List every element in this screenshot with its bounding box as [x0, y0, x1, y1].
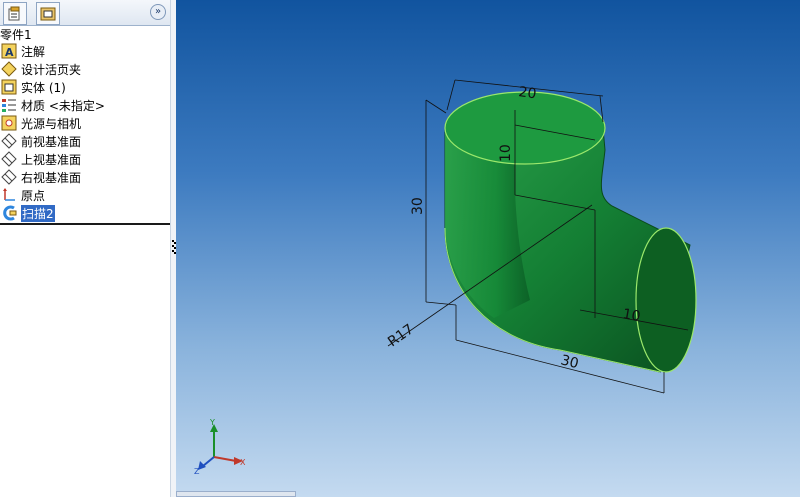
tree-root-label: 零件1 — [0, 27, 32, 42]
triad-y-label: Y — [209, 418, 215, 427]
tree-item-front-plane[interactable]: 前视基准面 — [0, 132, 170, 150]
tree-item-origin[interactable]: 原点 — [0, 186, 170, 204]
dim-side-diameter[interactable]: 10 — [621, 306, 641, 325]
material-icon — [1, 97, 17, 113]
panel-tab-bar: » — [0, 0, 170, 26]
dim-radius[interactable]: R17 — [385, 321, 417, 350]
top-face[interactable] — [444, 91, 606, 165]
feature-manager-panel: » 零件1 A 注解 设计活页夹 实体 (1) 材质 <未指定> 光源与相机 前… — [0, 0, 171, 497]
tree-root[interactable]: 零件1 — [0, 25, 170, 43]
tree-item-design-binder[interactable]: 设计活页夹 — [0, 60, 170, 78]
tree-item-label: 材质 <未指定> — [21, 98, 105, 113]
lights-cameras-icon — [1, 115, 17, 131]
graphics-area[interactable]: 20 10 30 R17 30 10 Y X Z — [176, 0, 800, 497]
tree-item-label: 设计活页夹 — [21, 62, 82, 77]
model-view: 20 10 30 R17 30 10 Y X Z — [194, 79, 697, 476]
coordinate-triad: Y X Z — [194, 418, 246, 476]
tree-item-material[interactable]: 材质 <未指定> — [0, 96, 170, 114]
feature-tree: 零件1 A 注解 设计活页夹 实体 (1) 材质 <未指定> 光源与相机 前视基… — [0, 25, 170, 225]
triad-z-label: Z — [194, 467, 200, 476]
property-manager-icon — [40, 7, 56, 20]
sweep-feature-icon — [1, 205, 17, 221]
collapse-panel-button[interactable]: » — [150, 4, 166, 20]
plane-icon — [1, 133, 17, 149]
dim-width[interactable]: 30 — [559, 352, 580, 372]
plane-icon — [1, 151, 17, 167]
feature-tree-icon — [8, 6, 20, 20]
tree-item-label: 实体 (1) — [21, 80, 66, 95]
tree-item-top-plane[interactable]: 上视基准面 — [0, 150, 170, 168]
tab-property-manager[interactable] — [36, 2, 60, 25]
side-face[interactable] — [635, 227, 697, 373]
tree-item-sweep[interactable]: 扫描2 — [0, 204, 170, 222]
tree-item-lights-cameras[interactable]: 光源与相机 — [0, 114, 170, 132]
tree-item-label: 光源与相机 — [21, 116, 82, 131]
horizontal-scrollbar[interactable] — [176, 491, 296, 497]
design-binder-icon — [1, 61, 17, 77]
dim-top-diameter[interactable]: 20 — [517, 84, 537, 102]
tree-item-label: 扫描2 — [21, 204, 55, 222]
dim-top-height[interactable]: 10 — [498, 144, 514, 162]
tab-feature-manager[interactable] — [3, 2, 27, 25]
tree-divider — [0, 223, 170, 225]
dim-height[interactable]: 30 — [410, 197, 426, 215]
tree-item-right-plane[interactable]: 右视基准面 — [0, 168, 170, 186]
solid-bodies-icon — [1, 79, 17, 95]
annotation-icon: A — [1, 43, 17, 59]
origin-icon — [1, 187, 17, 203]
tree-item-label: 原点 — [21, 188, 46, 203]
plane-icon — [1, 169, 17, 185]
tree-item-label: 前视基准面 — [21, 134, 82, 149]
tree-item-label: 上视基准面 — [21, 152, 82, 167]
tree-item-label: 右视基准面 — [21, 170, 82, 185]
tree-item-annotations[interactable]: A 注解 — [0, 42, 170, 60]
tree-item-label: 注解 — [21, 44, 46, 59]
svg-text:A: A — [5, 46, 14, 59]
triad-x-label: X — [240, 458, 246, 467]
tree-item-solid-bodies[interactable]: 实体 (1) — [0, 78, 170, 96]
